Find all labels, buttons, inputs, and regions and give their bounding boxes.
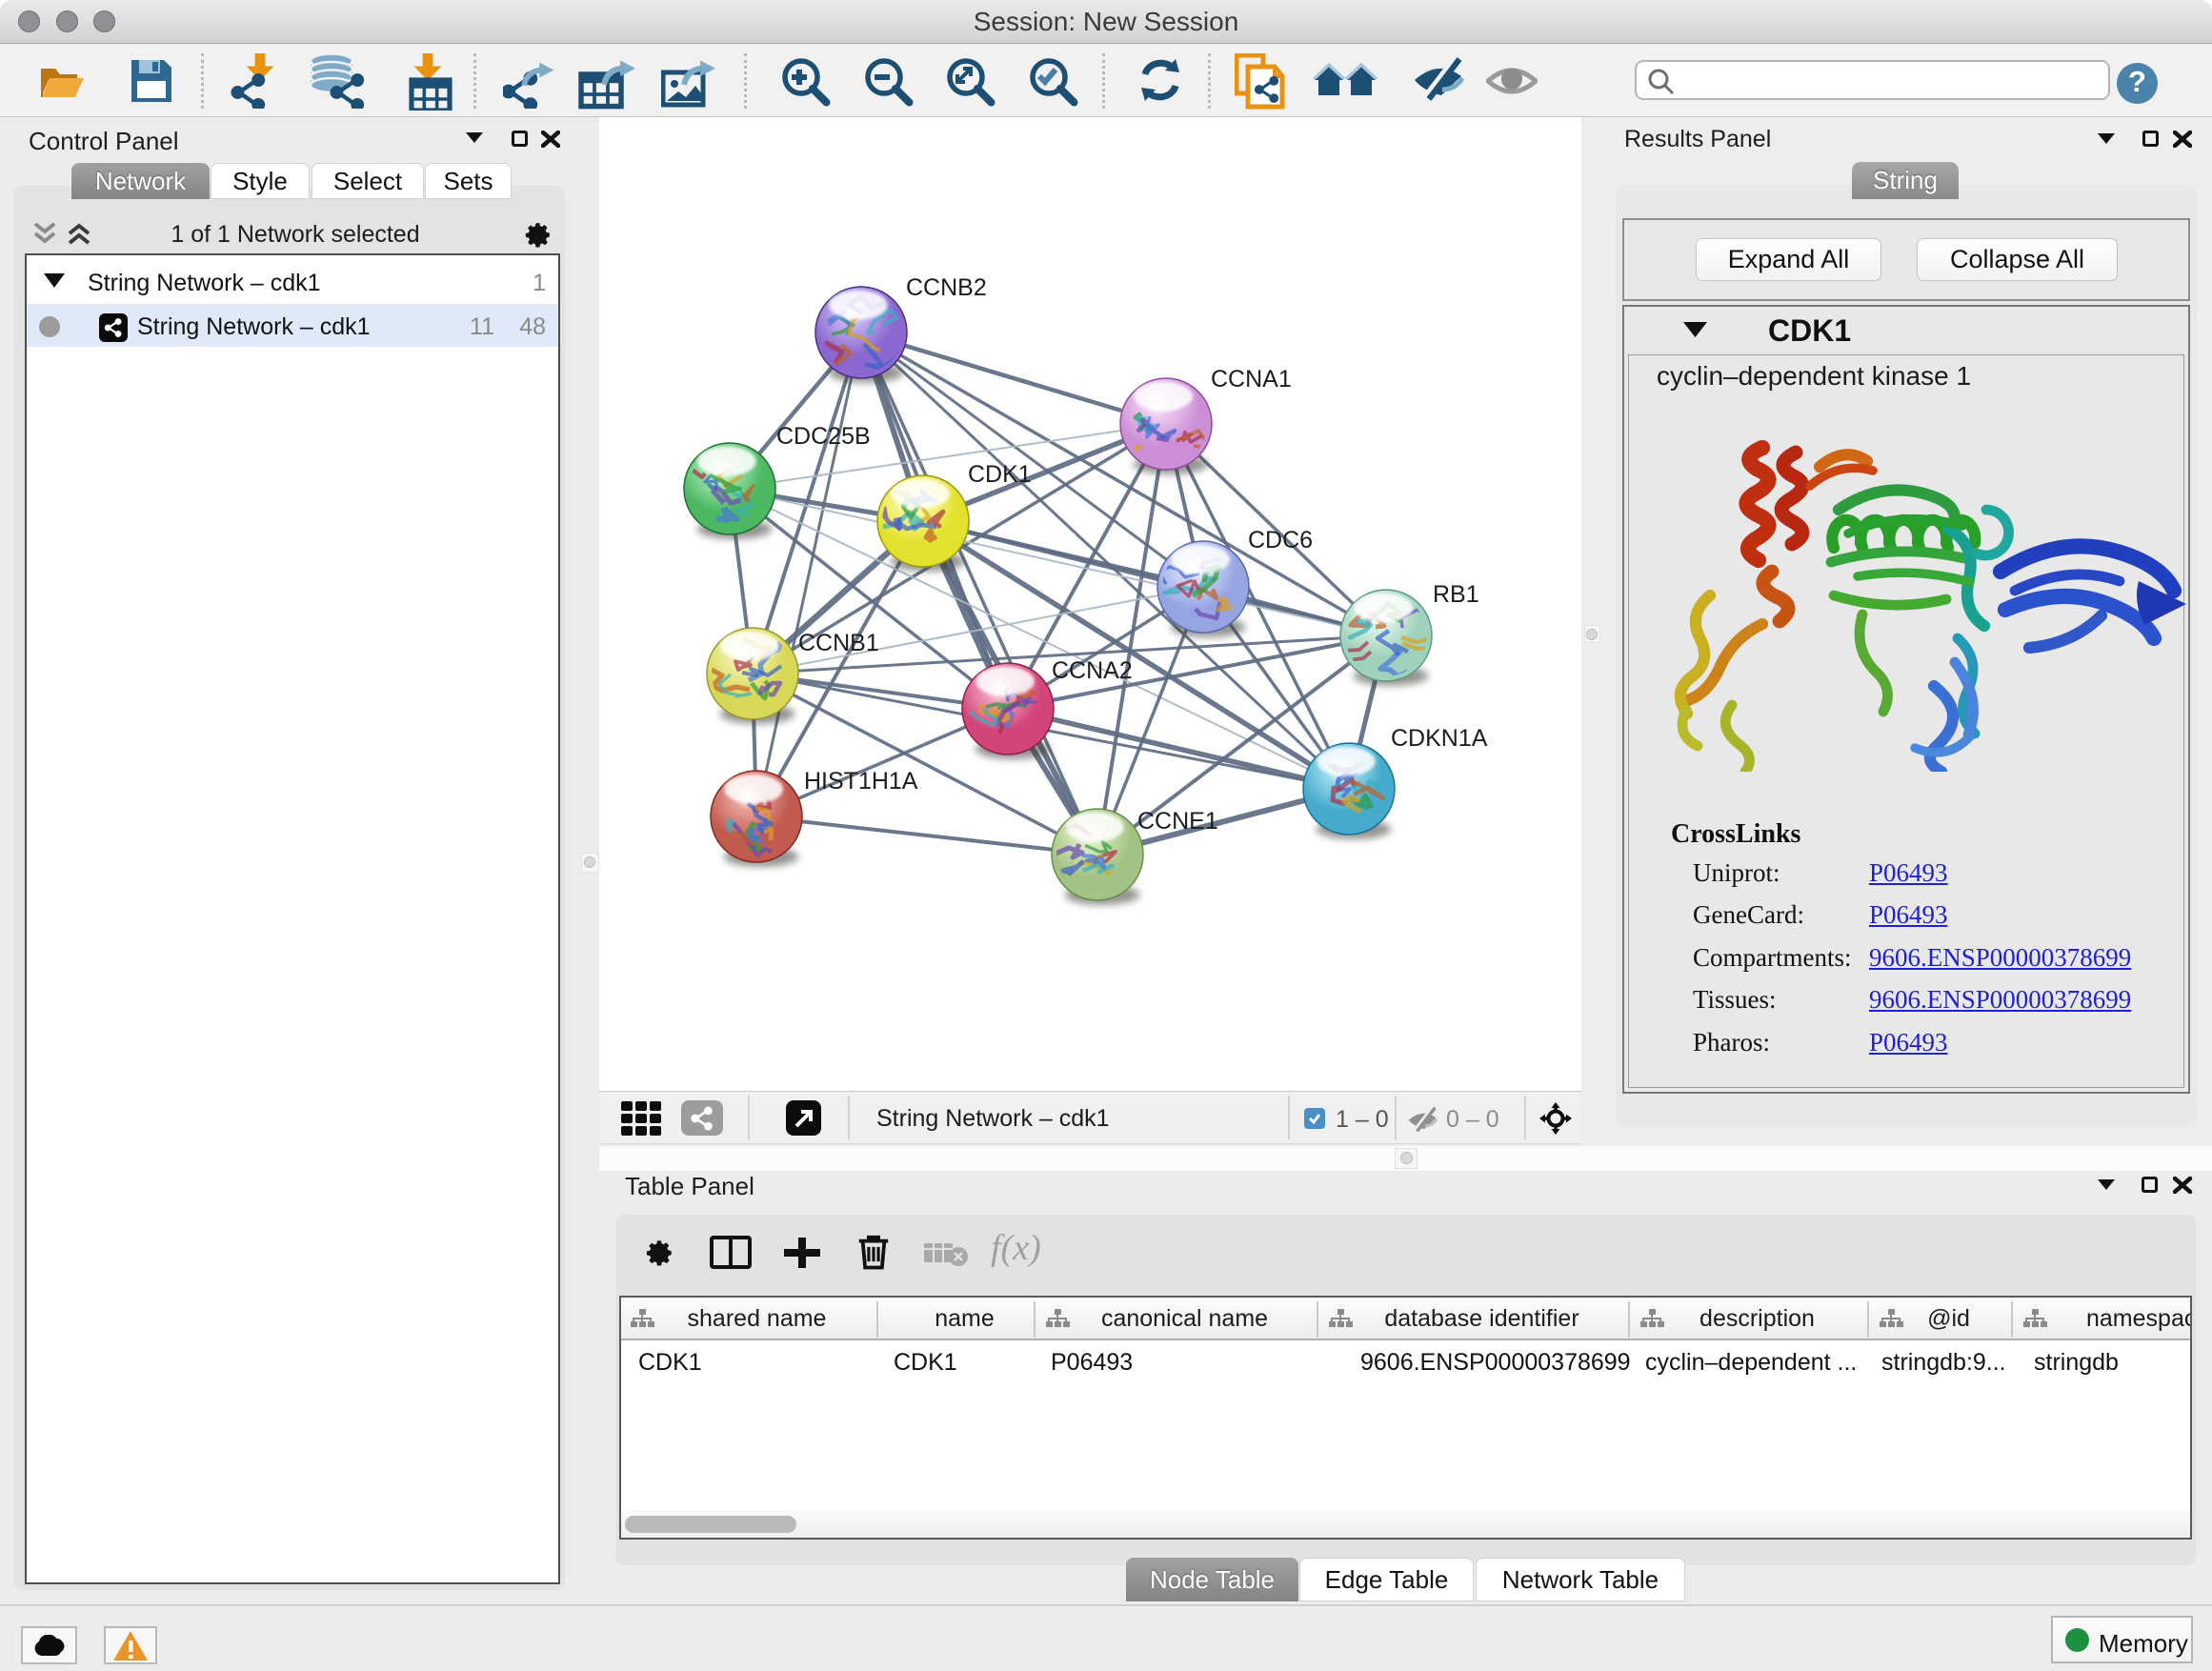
svg-text:CCNA2: CCNA2: [1052, 657, 1133, 684]
svg-text:CCNB2: CCNB2: [906, 274, 987, 301]
svg-text:HIST1H1A: HIST1H1A: [804, 768, 918, 795]
svg-text:CDC25B: CDC25B: [776, 423, 871, 450]
svg-text:RB1: RB1: [1433, 581, 1479, 608]
svg-text:CCNB1: CCNB1: [798, 630, 879, 656]
svg-text:CCNA1: CCNA1: [1211, 366, 1292, 393]
svg-text:CDK1: CDK1: [968, 461, 1032, 488]
svg-text:CDKN1A: CDKN1A: [1391, 725, 1488, 752]
svg-text:CDC6: CDC6: [1248, 527, 1313, 554]
svg-text:CCNE1: CCNE1: [1137, 808, 1218, 835]
